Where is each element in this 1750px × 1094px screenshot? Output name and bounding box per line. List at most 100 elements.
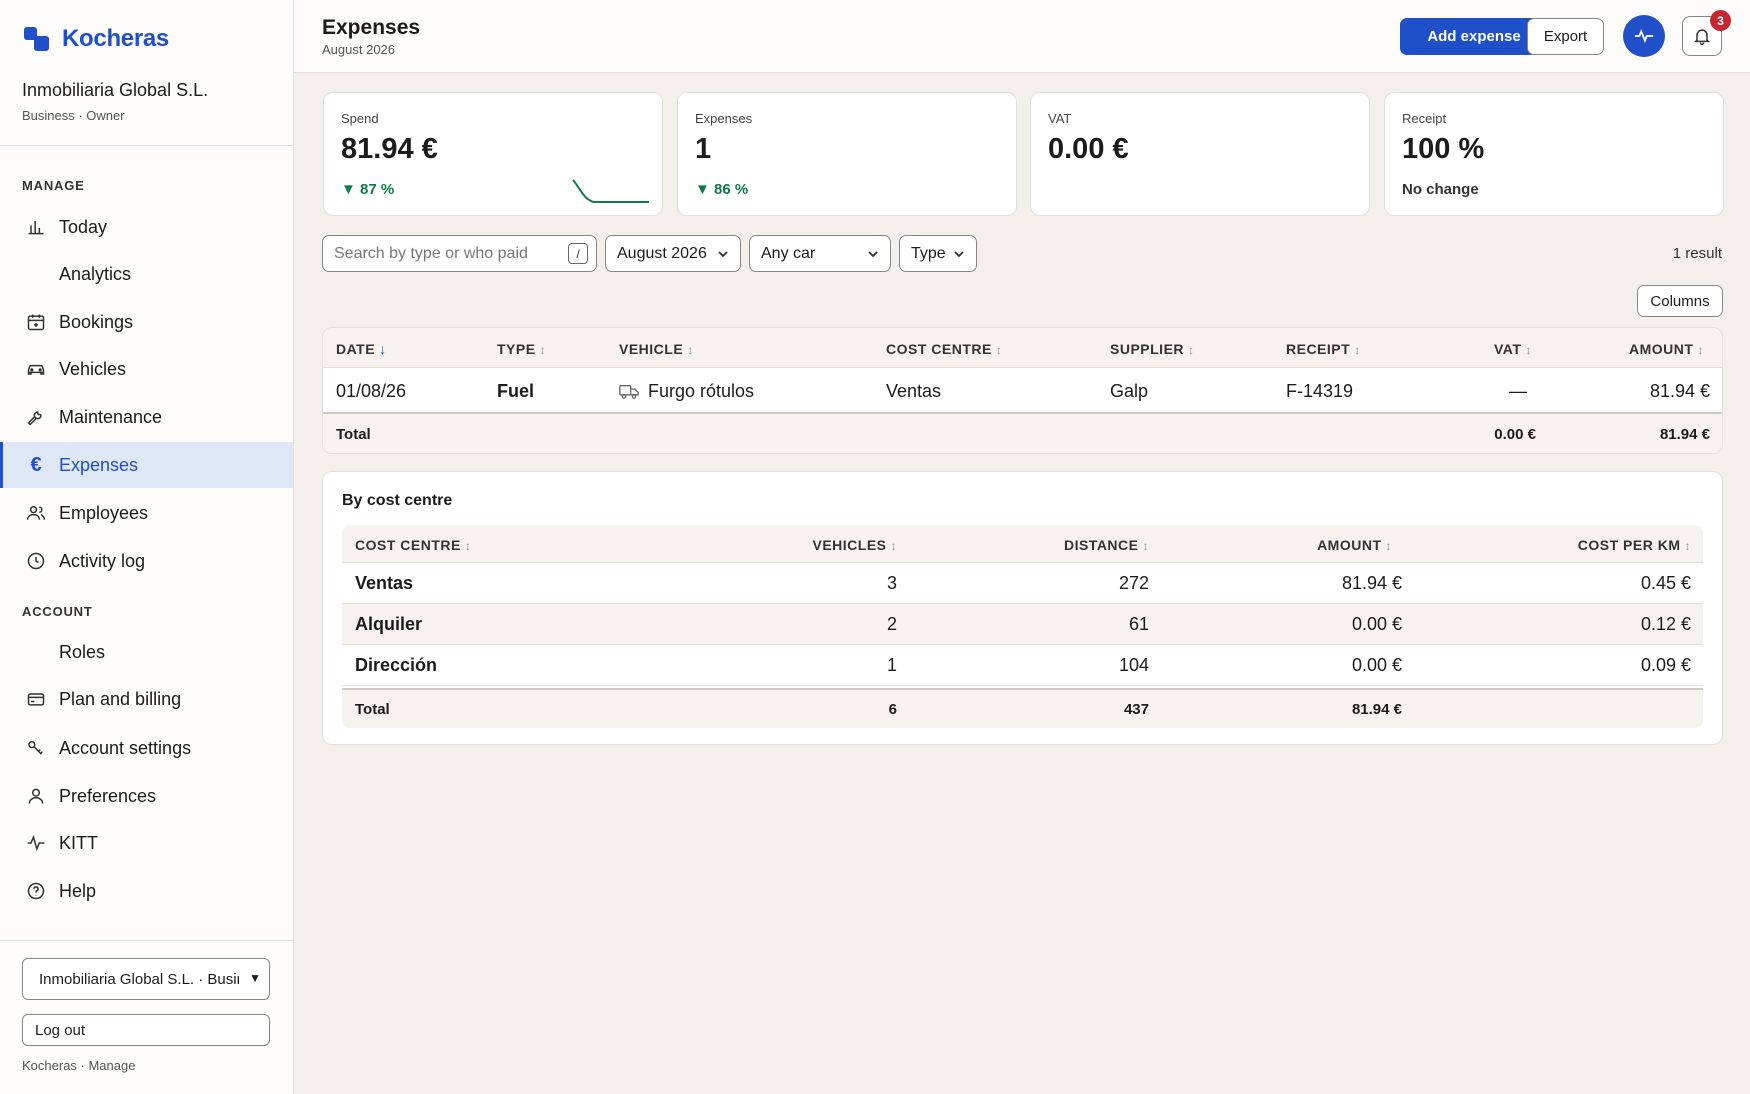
sort-icon: ↕ [464,539,472,553]
table-row[interactable]: Dirección 1 104 0.00 € 0.09 € [342,645,1703,686]
column-header-vehicles[interactable]: VEHICLES ↕ [722,537,897,553]
page-subtitle: August 2026 [322,42,396,57]
sidebar-item-today[interactable]: Today [0,204,293,250]
cell-cost-per-km: 0.45 € [1640,573,1691,593]
sort-icon: ↕ [539,343,547,357]
sort-icon: ↕ [995,343,1003,357]
sidebar-item-analytics[interactable]: Analytics [0,251,293,297]
column-header-cost-centre[interactable]: COST CENTRE ↕ [886,341,1002,357]
cell-cost-centre: Alquiler [355,614,423,634]
export-button[interactable]: Export [1527,18,1604,55]
sidebar-item-kitt[interactable]: KITT [0,820,293,866]
cell-cost-centre: Ventas [355,573,414,593]
car-select[interactable]: Any car [749,235,891,272]
section-label-account: ACCOUNT [22,604,93,619]
total-distance: 437 [1123,701,1149,718]
sidebar-item-maintenance[interactable]: Maintenance [0,394,293,440]
cell-vehicles: 3 [886,573,897,593]
sidebar-item-roles[interactable]: Roles [0,629,293,675]
page-header: Expenses August 2026 Add expense Export … [294,0,1750,73]
kpi-delta: ▼ 87 % [341,181,395,198]
users-icon [25,502,47,524]
kpi-card-vat: VAT 0.00 € [1030,92,1370,216]
sidebar-item-expenses[interactable]: € Expenses [0,442,293,488]
search-input[interactable]: Search by type or who paid / [322,235,597,272]
sidebar-item-label: Preferences [59,785,157,806]
cell-distance: 272 [1118,573,1149,593]
section-label-manage: MANAGE [22,178,85,193]
sidebar-item-label: Help [59,880,97,901]
kocheras-logo-icon [22,24,52,54]
sort-icon: ↕ [1354,343,1361,357]
calendar-icon [25,311,47,333]
cell-receipt: F-14319 [1286,381,1354,401]
total-label: Total [355,701,390,718]
column-header-distance[interactable]: DISTANCE ↕ [972,537,1149,553]
type-select[interactable]: Type [899,235,977,272]
sidebar-item-employees[interactable]: Employees [0,490,293,536]
cell-amount: 0.00 € [1351,614,1402,634]
sort-icon: ↕ [1525,343,1532,357]
total-label: Total [336,426,371,443]
notification-badge: 3 [1710,10,1731,31]
columns-button[interactable]: Columns [1637,285,1723,317]
org-switcher-value: Inmobiliaria Global S.L. · Business [39,970,239,988]
kpi-label: Expenses [695,111,753,126]
sort-icon: ↕ [1188,343,1195,357]
column-header-receipt[interactable]: RECEIPT ↕ [1286,341,1361,357]
column-header-vat[interactable]: VAT ↕ [1494,341,1532,357]
sidebar-item-preferences[interactable]: Preferences [0,773,293,819]
cell-vat: — [1509,381,1527,401]
period-select[interactable]: August 2026 [605,235,741,272]
sidebar-item-vehicles[interactable]: Vehicles [0,346,293,392]
kpi-value: 1 [695,133,712,165]
euro-icon: € [30,453,42,476]
cell-cost-centre: Dirección [355,655,438,675]
cell-date: 01/08/26 [336,381,407,401]
table-row[interactable]: 01/08/26 Fuel Furgo rótulos Ventas Galp … [323,368,1722,414]
column-header-type[interactable]: TYPE ↕ [497,341,546,357]
table-header: COST CENTRE ↕ VEHICLES ↕ DISTANCE ↕ AMOUNT ↕… [342,525,1703,563]
column-header-vehicle[interactable]: VEHICLE ↕ [619,341,694,357]
cell-vehicles: 1 [886,655,897,675]
add-expense-button[interactable]: Add expense [1400,18,1548,55]
table-row[interactable]: Alquiler 2 61 0.00 € 0.12 € [342,604,1703,645]
sidebar-item-help[interactable]: Help [0,868,293,914]
column-header-supplier[interactable]: SUPPLIER ↕ [1110,341,1195,357]
sidebar-item-account-settings[interactable]: Account settings [0,725,293,771]
table-row[interactable]: Ventas 3 272 81.94 € 0.45 € [342,563,1703,604]
chevron-down-icon [867,247,879,259]
brand[interactable]: Kocheras [22,24,169,54]
brand-name: Kocheras [62,25,169,52]
activity-button[interactable] [1623,15,1665,57]
sidebar-item-label: Bookings [59,311,134,332]
column-header-amount[interactable]: AMOUNT ↕ [1212,537,1392,553]
kpi-value: 0.00 € [1048,133,1129,165]
cost-centre-card: By cost centre COST CENTRE ↕ VEHICLES ↕ DI… [322,471,1723,745]
sidebar-item-label: Today [59,216,108,237]
sidebar-item-bookings[interactable]: Bookings [0,299,293,345]
sidebar-item-label: Roles [59,641,106,662]
sidebar-item-activity-log[interactable]: Activity log [0,538,293,584]
logout-button[interactable]: Log out [22,1014,270,1046]
cell-supplier: Galp [1110,381,1149,401]
table-total-row: Total 6 437 81.94 € [342,688,1703,728]
cell-amount: 0.00 € [1351,655,1402,675]
kpi-value: 81.94 € [341,133,438,165]
sidebar-item-plan-and-billing[interactable]: Plan and billing [0,676,293,722]
page-title: Expenses [322,16,421,39]
column-header-amount[interactable]: AMOUNT ↕ [1629,341,1704,357]
column-header-cost-per-km[interactable]: COST PER KM ↕ [1492,537,1691,553]
sort-desc-icon: ↓ [379,341,387,357]
sidebar-item-label: Plan and billing [59,688,182,709]
org-switcher-select[interactable]: Inmobiliaria Global S.L. · Business ▼ [22,958,270,1000]
user-icon [25,785,47,807]
kpi-label: Spend [341,111,379,126]
column-header-date[interactable]: DATE ↓ [336,341,387,357]
org-name: Inmobiliaria Global S.L. [22,80,209,100]
column-header-cost-centre[interactable]: COST CENTRE ↕ [355,537,471,553]
keyboard-shortcut-hint: / [568,243,588,264]
kpi-card-spend: Spend 81.94 € ▼ 87 % [323,92,663,216]
table-header: DATE ↓ TYPE ↕ VEHICLE ↕ COST CENTRE ↕ SUPPLI… [323,328,1722,368]
table-total-row: Total 0.00 € 81.94 € [323,414,1722,453]
